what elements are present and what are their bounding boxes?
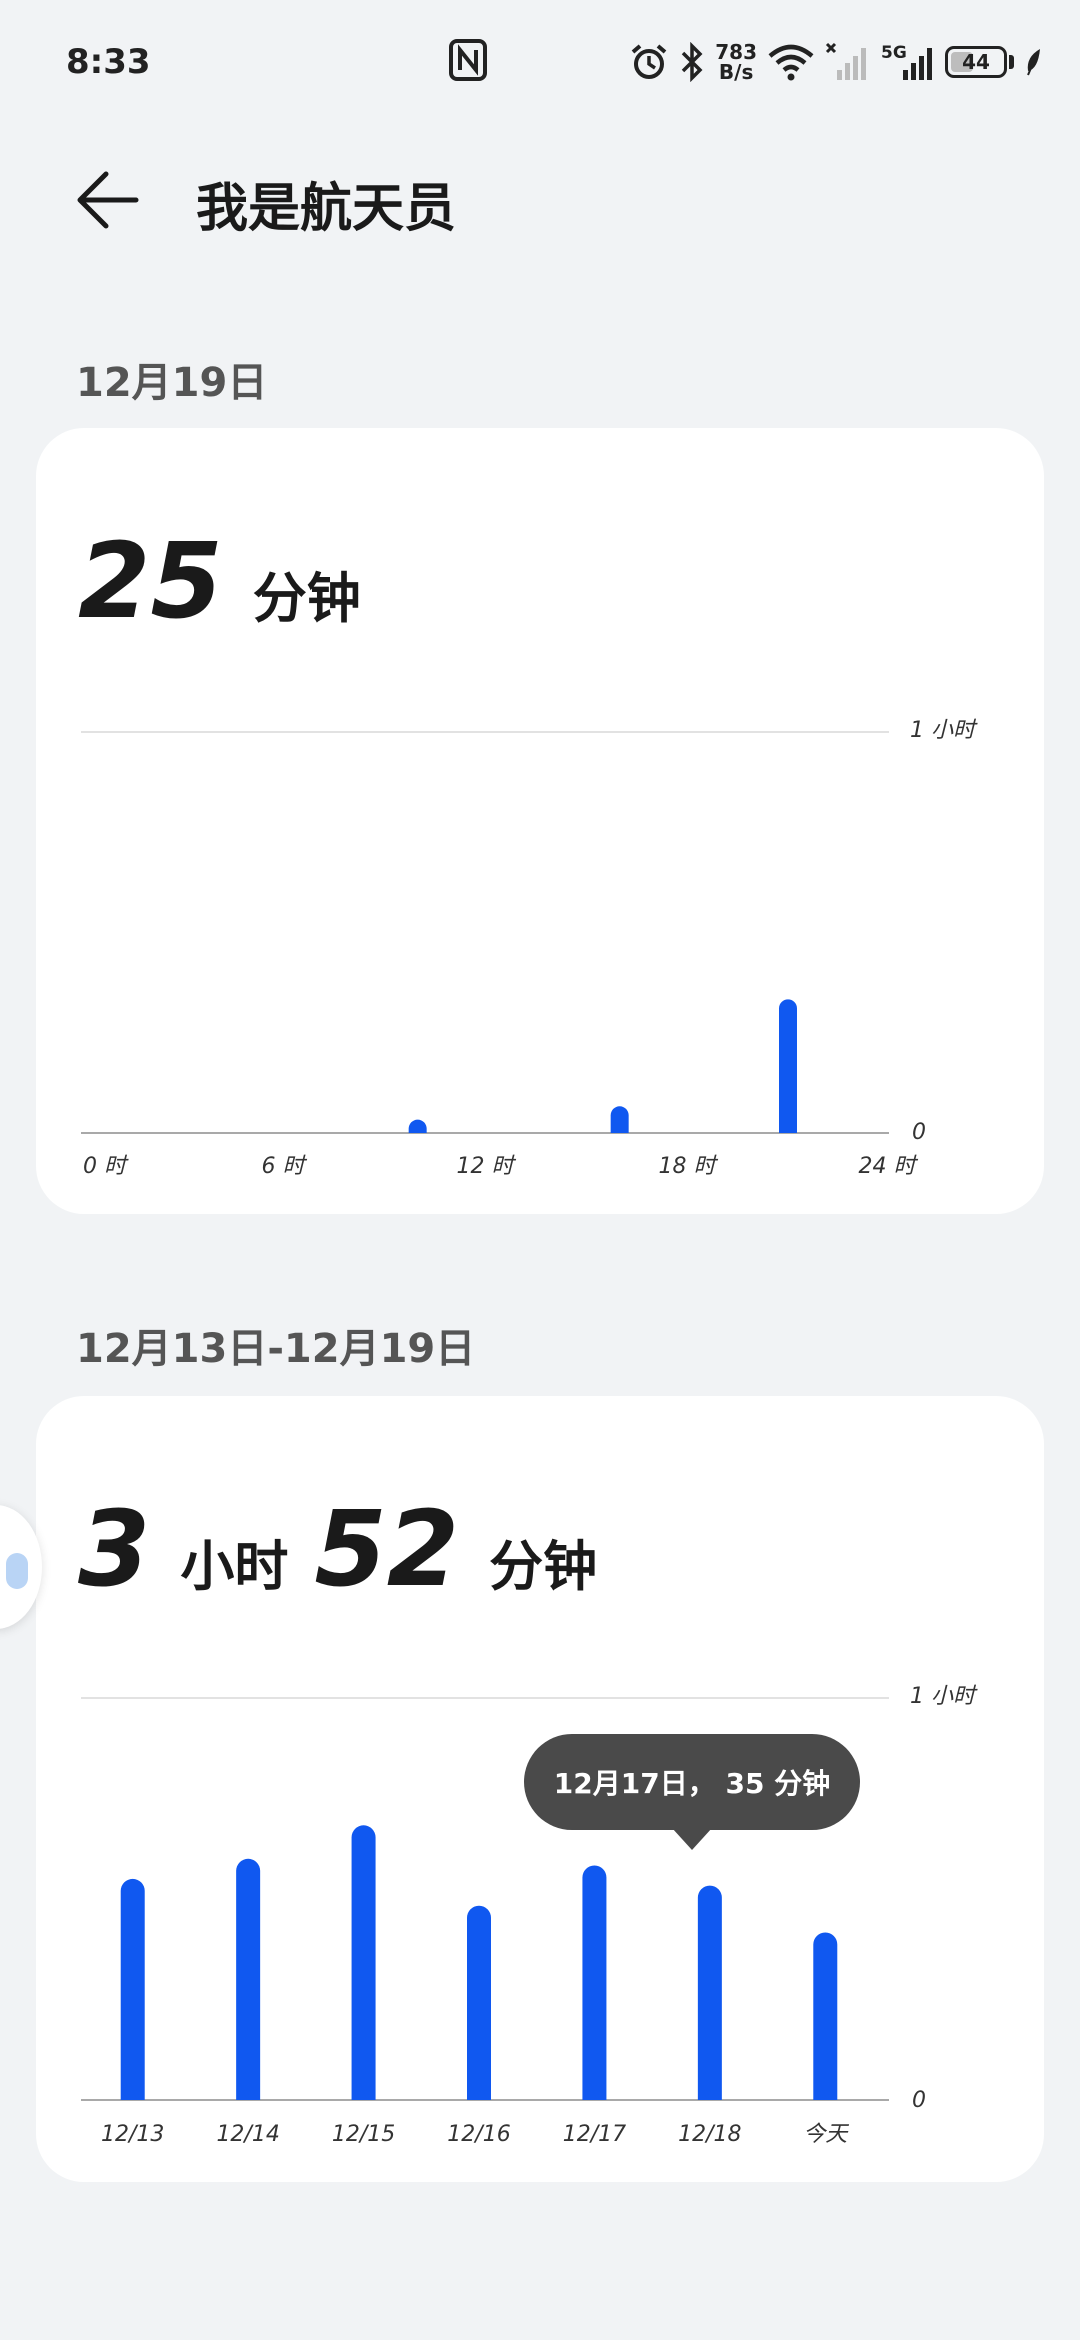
y-tick-min: 0 (912, 2088, 926, 2113)
svg-text:5G: 5G (881, 43, 907, 63)
net-speed: 783 B/s (715, 40, 757, 84)
daily-date-label: 12月19日 (76, 360, 268, 406)
weekly-range-label: 12月13日-12月19日 (76, 1326, 476, 1372)
x-tick-label: 18 时 (659, 1154, 719, 1179)
x-tick-label: 12/14 (216, 2122, 279, 2147)
weekly-usage-card: 3 小时 52 分钟 1 小时 0 12/13 12/14 12/15 12/16 12… (36, 1396, 1044, 2182)
selected-bar-tooltip: 12月17日， 35 分钟 (524, 1734, 860, 1850)
y-tick-max: 1 小时 (910, 1684, 978, 1709)
x-tick-label: 12/17 (563, 2122, 626, 2147)
arrow-left-icon (77, 171, 139, 229)
x-tick-label: 12/13 (101, 2122, 164, 2147)
daily-usage-card: 25 分钟 1 小时 0 0 时6 时 12 时 18 时 24 时 (36, 428, 1044, 1214)
x-tick-label: 12/15 (332, 2122, 395, 2147)
daily-bar[interactable] (408, 1119, 427, 1142)
weekly-bar[interactable] (697, 1885, 722, 2112)
weekly-bar[interactable] (120, 1878, 145, 2112)
daily-usage-chart: 1 小时 0 0 时 6 时 12 时 18 时 24 时 (81, 718, 978, 1179)
page-title: 我是航天员 (196, 179, 457, 239)
status-time: 8:33 (66, 42, 151, 82)
floating-ball-icon (6, 1553, 28, 1589)
daily-bar[interactable] (610, 1106, 629, 1142)
weekly-bar[interactable] (351, 1825, 376, 2112)
weekly-bar[interactable] (813, 1932, 838, 2113)
status-bar: 8:33 783 B/s 5G 44 (0, 0, 1080, 120)
weekly-bar[interactable] (582, 1865, 607, 2113)
nfc-icon (449, 39, 487, 81)
weekly-x-ticks: 12/13 12/14 12/15 12/16 12/17 12/18 今天 (101, 2122, 849, 2147)
x-tick-label: 12/18 (678, 2122, 741, 2147)
y-tick-max: 1 小时 (910, 718, 978, 743)
battery-level: 44 (962, 50, 990, 74)
x-tick-label: 6 时 (262, 1154, 308, 1179)
x-tick-label: 12 时 (457, 1154, 517, 1179)
leaf-icon (1027, 49, 1040, 76)
y-tick-min: 0 (912, 1120, 926, 1145)
x-tick-label: 12/16 (447, 2122, 510, 2147)
signal-5g-icon: 5G (881, 43, 932, 80)
weekly-bar[interactable] (467, 1905, 491, 2112)
status-icons: 783 B/s 5G 44 (629, 34, 1044, 90)
back-button[interactable] (70, 162, 146, 238)
battery-icon: 44 (945, 46, 1007, 78)
bluetooth-icon (682, 42, 703, 82)
battery-tip (1009, 55, 1014, 69)
daily-x-ticks: 0 时 6 时 12 时 18 时 24 时 (83, 1154, 918, 1179)
signal-weak-icon (825, 42, 866, 80)
alarm-icon (631, 44, 667, 79)
daily-bar[interactable] (779, 999, 797, 1142)
x-tick-label: 0 时 (83, 1154, 129, 1179)
weekly-bar[interactable] (236, 1858, 261, 2112)
x-tick-label: 24 时 (859, 1154, 919, 1179)
daily-bars (408, 999, 797, 1142)
wifi-icon (768, 44, 814, 81)
weekly-bars (120, 1825, 838, 2113)
x-tick-label: 今天 (803, 2122, 849, 2147)
